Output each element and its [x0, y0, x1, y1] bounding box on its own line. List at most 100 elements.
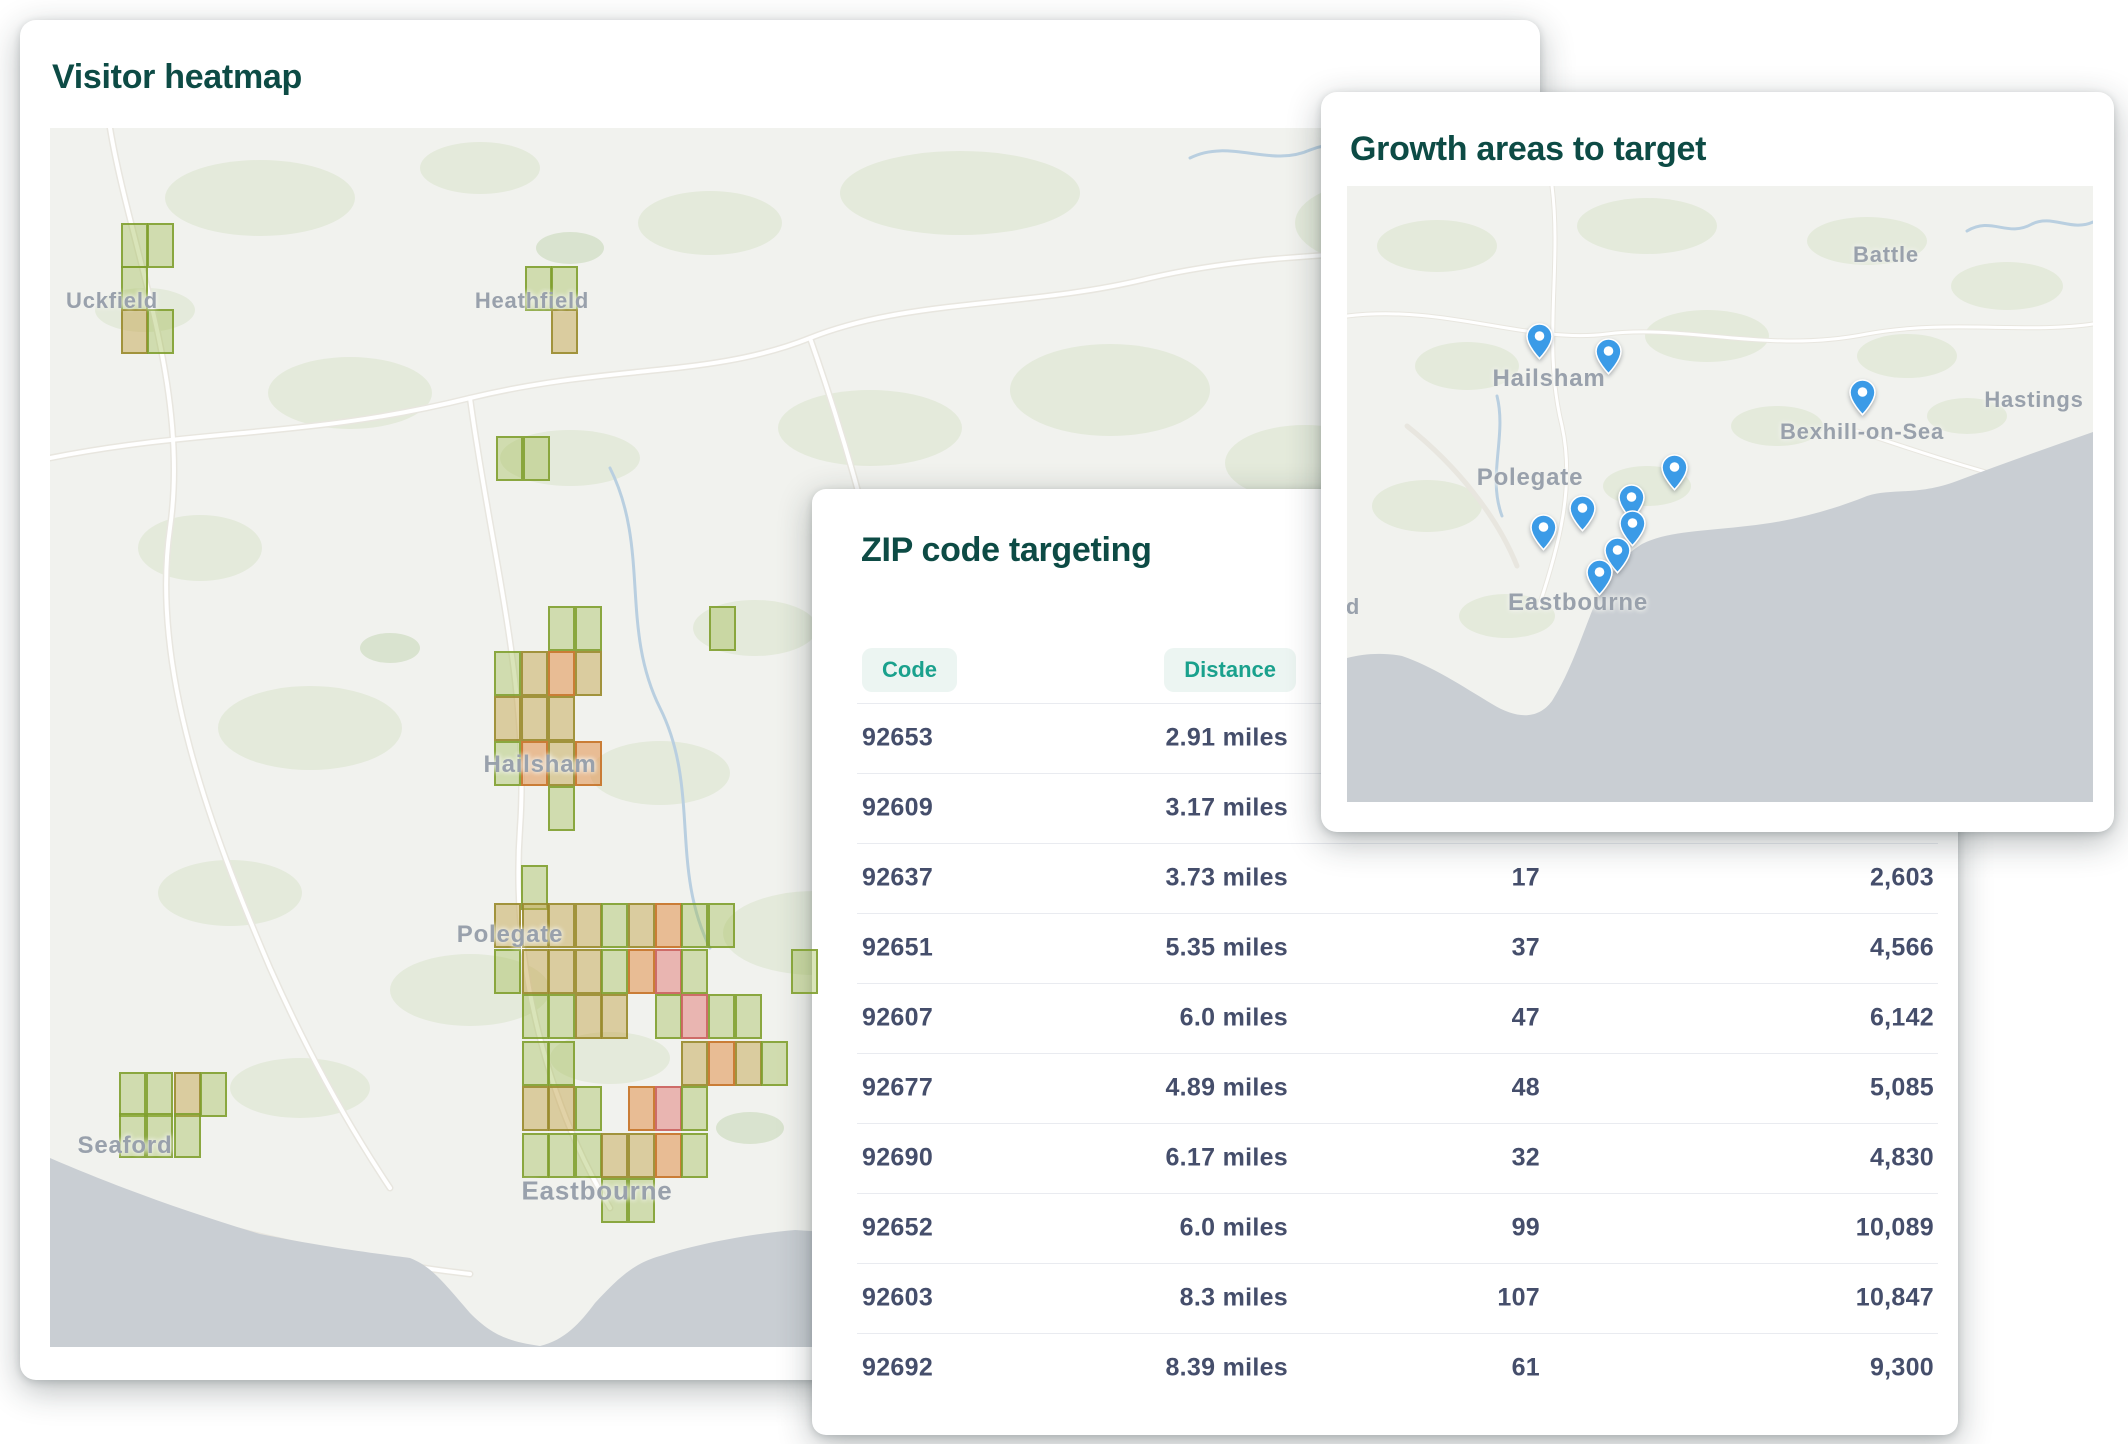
cell-distance: 4.89 miles: [1165, 1074, 1288, 1103]
map-town-label: Eastbourne: [1508, 589, 1648, 617]
cell-distance: 3.17 miles: [1165, 794, 1288, 823]
map-town-label: Polegate: [1477, 464, 1583, 492]
cell-value: 10,847: [1856, 1284, 1934, 1313]
cell-value: 5,085: [1870, 1074, 1934, 1103]
table-row[interactable]: 926526.0 miles9910,089: [812, 1193, 1958, 1263]
heatmap-cell: [522, 1041, 549, 1086]
heatmap-cell: [655, 1086, 682, 1131]
heatmap-cell: [147, 309, 174, 354]
heatmap-cell: [522, 949, 549, 994]
heatmap-cell: [628, 949, 655, 994]
growth-areas-map[interactable]: BattleHastingsBexhill-on-SeaHailshamPole…: [1347, 186, 2093, 802]
map-town-label: Hailsham: [1492, 365, 1605, 393]
heatmap-cell: [628, 1086, 655, 1131]
heatmap-cell: [791, 949, 818, 994]
location-pin-icon[interactable]: [1526, 323, 1553, 360]
heatmap-cell: [146, 1072, 173, 1117]
cell-value: 10,089: [1856, 1214, 1934, 1243]
heatmap-cell: [496, 436, 523, 481]
heatmap-cell: [548, 1041, 575, 1086]
heatmap-cell: [121, 223, 148, 268]
heatmap-cell: [601, 949, 628, 994]
location-pin-icon[interactable]: [1586, 559, 1613, 596]
cell-zip-code: 92651: [862, 934, 933, 963]
visitor-heatmap-title: Visitor heatmap: [52, 58, 302, 97]
cell-distance: 8.3 miles: [1180, 1284, 1288, 1313]
heatmap-cell: [681, 1133, 708, 1178]
table-row[interactable]: 92651 5.35 miles 37 4,566: [812, 913, 1958, 983]
cell-distance: 6.0 miles: [1180, 1214, 1288, 1243]
heatmap-cell: [551, 309, 578, 354]
heatmap-cell: [655, 949, 682, 994]
cell-count: 61: [1512, 1354, 1540, 1383]
cell-count: 47: [1512, 1004, 1540, 1033]
cell-count: 37: [1512, 934, 1540, 963]
table-row[interactable]: 926774.89 miles485,085: [812, 1053, 1958, 1123]
heatmap-cell: [761, 1041, 788, 1086]
heatmap-cell: [708, 1041, 735, 1086]
growth-areas-card: Growth areas to target: [1321, 92, 2114, 832]
heatmap-cell: [601, 903, 628, 948]
cell-distance: 6.0 miles: [1180, 1004, 1288, 1033]
heatmap-cell: [548, 994, 575, 1039]
heatmap-cell: [575, 994, 602, 1039]
location-pin-icon[interactable]: [1530, 514, 1557, 551]
heatmap-cell: [200, 1072, 227, 1117]
heatmap-cell: [523, 436, 550, 481]
row-divider: [857, 1193, 1938, 1194]
cell-value: 2,603: [1870, 864, 1934, 893]
cell-zip-code: 92637: [862, 864, 933, 893]
cell-count: 32: [1512, 1144, 1540, 1173]
location-pin-icon[interactable]: [1849, 379, 1876, 416]
row-divider: [857, 1053, 1938, 1054]
heatmap-cell: [575, 606, 602, 651]
cell-distance: 8.39 miles: [1165, 1354, 1288, 1383]
cell-zip-code: 92652: [862, 1214, 933, 1243]
table-row[interactable]: 926373.73 miles172,603: [812, 843, 1958, 913]
cell-value: 9,300: [1870, 1354, 1934, 1383]
cell-distance: 5.35 miles: [1165, 934, 1288, 963]
heatmap-cell: [121, 309, 148, 354]
table-row[interactable]: 926076.0 miles476,142: [812, 983, 1958, 1053]
cell-distance: 3.73 miles: [1165, 864, 1288, 893]
location-pin-icon[interactable]: [1595, 338, 1622, 375]
row-divider: [857, 983, 1938, 984]
heatmap-cell: [522, 994, 549, 1039]
heatmap-cell: [174, 1113, 201, 1158]
cell-zip-code: 92690: [862, 1144, 933, 1173]
location-pin-icon[interactable]: [1569, 495, 1596, 532]
column-header-code[interactable]: Code: [862, 648, 957, 692]
heatmap-cell: [522, 1133, 549, 1178]
cell-zip-code: 92609: [862, 794, 933, 823]
cell-zip-code: 92607: [862, 1004, 933, 1033]
cell-value: 4,566: [1870, 934, 1934, 963]
table-row[interactable]: 926038.3 miles10710,847: [812, 1263, 1958, 1333]
heatmap-cell: [708, 994, 735, 1039]
location-pin-icon[interactable]: [1661, 454, 1688, 491]
heatmap-cell: [681, 903, 708, 948]
heatmap-cell: [522, 1086, 549, 1131]
row-divider: [857, 1123, 1938, 1124]
heatmap-cell: [521, 696, 548, 741]
heatmap-cell: [601, 994, 628, 1039]
map-town-label: Seaford: [78, 1132, 173, 1160]
cell-zip-code: 92677: [862, 1074, 933, 1103]
heatmap-cell: [681, 1086, 708, 1131]
heatmap-cell: [655, 994, 682, 1039]
row-divider: [857, 1333, 1938, 1334]
heatmap-cell: [681, 1041, 708, 1086]
growth-map-overlay: BattleHastingsBexhill-on-SeaHailshamPole…: [1347, 186, 2093, 802]
heatmap-cell: [494, 949, 521, 994]
heatmap-cell: [735, 1041, 762, 1086]
table-row[interactable]: 926928.39 miles619,300: [812, 1333, 1958, 1403]
heatmap-cell: [681, 994, 708, 1039]
cell-distance: 2.91 miles: [1165, 724, 1288, 753]
heatmap-cell: [119, 1072, 146, 1117]
column-header-distance[interactable]: Distance: [1164, 648, 1296, 692]
heatmap-cell: [655, 1133, 682, 1178]
heatmap-cell: [548, 1086, 575, 1131]
heatmap-cell: [147, 223, 174, 268]
row-divider: [857, 843, 1938, 844]
table-row[interactable]: 926906.17 miles324,830: [812, 1123, 1958, 1193]
row-divider: [857, 913, 1938, 914]
